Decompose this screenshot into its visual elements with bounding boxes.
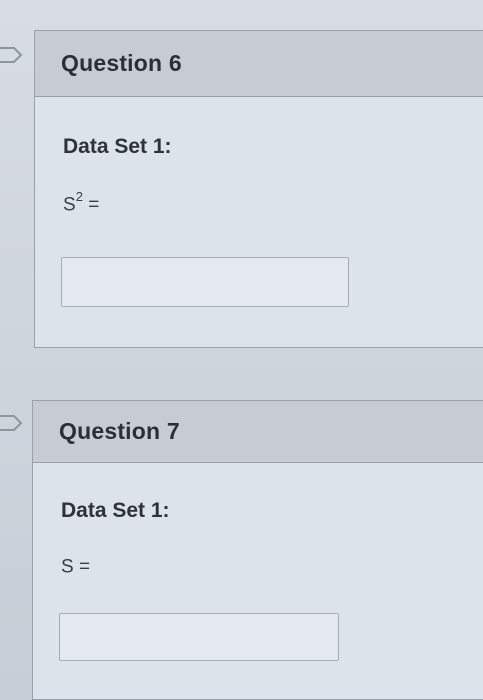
question-6-dataset-label: Data Set 1: (63, 135, 172, 158)
question-7-body: Data Set 1: S = (33, 463, 483, 699)
question-6-body: Data Set 1: S2 = (35, 97, 483, 347)
question-6-title: Question 6 (61, 50, 182, 76)
formula-superscript: 2 (75, 189, 83, 204)
formula-equals: = (73, 556, 91, 578)
question-6-card: Question 6 Data Set 1: S2 = (34, 30, 483, 348)
question-7-title: Question 7 (59, 418, 180, 444)
question-7-header: Question 7 (33, 401, 483, 463)
question-6-answer-input[interactable] (61, 257, 349, 307)
quiz-page: Question 6 Data Set 1: S2 = Question 7 D… (0, 0, 483, 700)
formula-equals: = (82, 194, 100, 216)
question-7-answer-input[interactable] (59, 613, 339, 661)
question-7-card: Question 7 Data Set 1: S = (32, 400, 483, 700)
formula-variable: S (63, 194, 76, 216)
question-6-formula: S2 = (63, 189, 100, 216)
question-7-formula: S = (61, 553, 90, 578)
question-7-dataset-label: Data Set 1: (61, 499, 170, 522)
question-6-header: Question 6 (35, 31, 483, 97)
question-flag-icon[interactable] (0, 414, 24, 432)
formula-variable: S (61, 556, 74, 578)
question-flag-icon[interactable] (0, 46, 24, 64)
